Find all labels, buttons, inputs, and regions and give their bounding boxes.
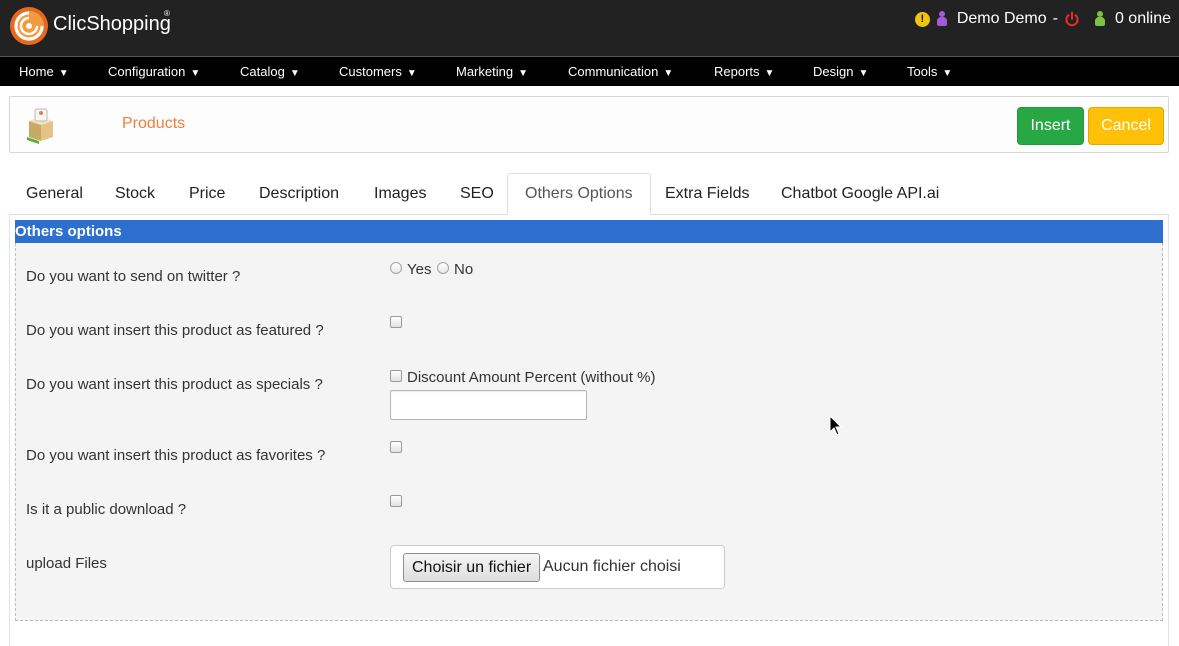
featured-label: Do you want insert this product as featu… — [26, 322, 324, 339]
tab-price[interactable]: Price — [172, 173, 242, 215]
nav-item-communication[interactable]: Communication ▼ — [568, 64, 673, 79]
specials-checkbox[interactable] — [390, 370, 402, 382]
cancel-button[interactable]: Cancel — [1088, 107, 1164, 145]
nav-item-reports[interactable]: Reports ▼ — [714, 64, 774, 79]
twitter-yes-radio[interactable] — [390, 262, 402, 274]
file-status-text: Aucun fichier choisi — [543, 558, 681, 575]
user-area: ! Demo Demo - 0 online — [914, 9, 1171, 29]
online-users-icon — [1094, 11, 1106, 27]
nav-item-configuration[interactable]: Configuration ▼ — [108, 64, 200, 79]
section-title: Others options — [15, 220, 1163, 243]
mouse-cursor-icon — [829, 415, 843, 436]
twitter-label: Do you want to send on twitter ? — [26, 268, 241, 285]
nav-item-home[interactable]: Home ▼ — [19, 64, 69, 79]
power-icon[interactable] — [1064, 11, 1080, 27]
featured-checkbox[interactable] — [390, 316, 402, 328]
warning-icon[interactable]: ! — [914, 11, 930, 27]
tab-general[interactable]: General — [9, 173, 100, 215]
tab-others-options[interactable]: Others Options — [507, 173, 651, 215]
online-count[interactable]: 0 online — [1115, 10, 1171, 28]
caret-down-icon: ▼ — [406, 68, 417, 79]
insert-button[interactable]: Insert — [1017, 107, 1084, 145]
user-separator: - — [1052, 10, 1058, 27]
favorites-label: Do you want insert this product as favor… — [26, 447, 326, 464]
file-upload-field[interactable]: Choisir un fichier Aucun fichier choisi — [390, 545, 725, 589]
product-box-icon — [27, 108, 53, 144]
tab-extra-fields[interactable]: Extra Fields — [648, 173, 766, 215]
tab-stock[interactable]: Stock — [98, 173, 172, 215]
twitter-no-label[interactable]: No — [454, 261, 473, 278]
tab-chatbot-google-api[interactable]: Chatbot Google API.ai — [764, 173, 956, 215]
caret-down-icon: ▼ — [289, 68, 300, 79]
product-tabs: General Stock Price Description Images S… — [9, 173, 1169, 215]
public-download-label: Is it a public download ? — [26, 501, 187, 518]
clicshopping-logo[interactable] — [8, 5, 50, 47]
caret-down-icon: ▼ — [58, 68, 69, 79]
tab-seo[interactable]: SEO — [443, 173, 511, 215]
brand-name[interactable]: ClicShopping — [53, 13, 171, 36]
caret-down-icon: ▼ — [942, 68, 953, 79]
nav-item-customers[interactable]: Customers ▼ — [339, 64, 417, 79]
page-header: Products Insert Cancel — [9, 96, 1169, 153]
twitter-yes-label[interactable]: Yes — [407, 261, 431, 278]
discount-percent-input[interactable] — [390, 390, 587, 420]
favorites-checkbox[interactable] — [390, 441, 402, 453]
caret-down-icon: ▼ — [858, 68, 869, 79]
caret-down-icon: ▼ — [190, 68, 201, 79]
twitter-no-radio[interactable] — [437, 262, 449, 274]
nav-item-tools[interactable]: Tools ▼ — [907, 64, 952, 79]
nav-item-design[interactable]: Design ▼ — [813, 64, 868, 79]
caret-down-icon: ▼ — [663, 68, 674, 79]
caret-down-icon: ▼ — [764, 68, 775, 79]
caret-down-icon: ▼ — [518, 68, 528, 79]
admin-user-icon — [936, 11, 948, 27]
nav-item-catalog[interactable]: Catalog ▼ — [240, 64, 300, 79]
top-header: ClicShopping ® ! Demo Demo - 0 online — [0, 0, 1179, 56]
choose-file-button[interactable]: Choisir un fichier — [403, 553, 541, 582]
registered-mark: ® — [164, 9, 170, 18]
tab-images[interactable]: Images — [357, 173, 443, 215]
upload-files-label: upload Files — [26, 555, 107, 572]
public-download-checkbox[interactable] — [390, 495, 402, 507]
tab-description[interactable]: Description — [242, 173, 356, 215]
nav-item-marketing[interactable]: Marketing ▼ — [456, 64, 528, 79]
user-name[interactable]: Demo Demo — [957, 10, 1047, 28]
specials-label: Do you want insert this product as speci… — [26, 376, 323, 393]
page-title: Products — [122, 115, 186, 132]
discount-label: Discount Amount Percent (without %) — [407, 369, 656, 386]
main-navigation: Home ▼ Configuration ▼ Catalog ▼ Customers ▼… — [0, 56, 1179, 86]
